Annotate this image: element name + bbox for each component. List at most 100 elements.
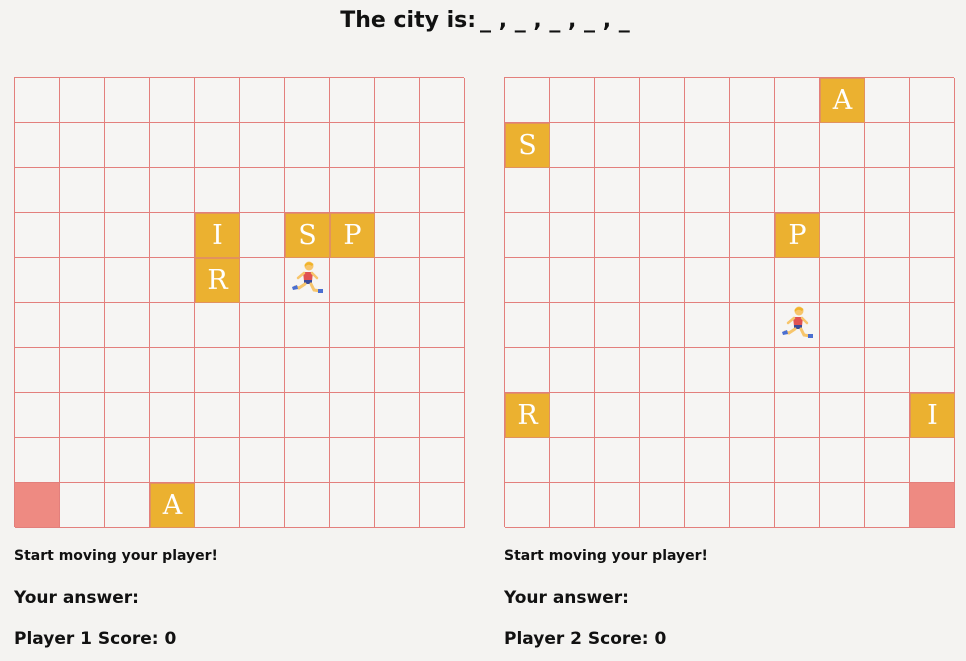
player2-grid-cell — [550, 393, 595, 438]
player2-letter-tile: I — [910, 393, 955, 438]
player2-grid-cell — [820, 393, 865, 438]
player2-grid-cell — [550, 438, 595, 483]
player1-grid-cell — [240, 303, 285, 348]
player1-grid-cell — [150, 393, 195, 438]
player2-goal-tile — [910, 483, 955, 528]
player1-grid-cell — [15, 168, 60, 213]
player1-grid-cell — [195, 393, 240, 438]
player1-grid-cell — [60, 78, 105, 123]
player2-grid-cell — [730, 213, 775, 258]
player1-letter-tile: P — [330, 213, 375, 258]
player1-grid-cell — [240, 258, 285, 303]
player1-grid-cell — [150, 438, 195, 483]
player2-grid-cell — [910, 258, 955, 303]
player1-grid-cell — [285, 438, 330, 483]
player1-grid-cell — [195, 438, 240, 483]
player1-grid-cell — [240, 78, 285, 123]
player2-grid-cell — [730, 483, 775, 528]
player1-grid-cell — [285, 483, 330, 528]
player2-grid-cell — [910, 438, 955, 483]
player1-status: Start moving your player! — [14, 548, 218, 564]
player1-grid-cell — [240, 348, 285, 393]
player1-grid-cell — [420, 303, 465, 348]
player2-grid-cell — [820, 168, 865, 213]
player2-grid-cell — [775, 258, 820, 303]
player1-grid-cell — [375, 393, 420, 438]
player1-grid-cell — [195, 483, 240, 528]
player2-grid-cell — [910, 168, 955, 213]
player2-grid-cell — [595, 123, 640, 168]
player1-score: Player 1 Score: 0 — [14, 629, 177, 649]
player2-grid-cell — [595, 258, 640, 303]
player2-grid-cell — [730, 303, 775, 348]
player2-grid-cell — [730, 168, 775, 213]
player2-grid-cell — [775, 438, 820, 483]
player1-grid-cell — [105, 348, 150, 393]
player2-grid-cell — [640, 258, 685, 303]
player1-letter-tile: I — [195, 213, 240, 258]
player2-grid-cell — [685, 123, 730, 168]
player2-grid-cell — [685, 258, 730, 303]
player1-grid-cell — [60, 213, 105, 258]
player2-answer-label: Your answer: — [504, 588, 629, 608]
player2-grid-cell — [595, 438, 640, 483]
player2-grid-cell — [775, 348, 820, 393]
player2-grid-cell — [775, 123, 820, 168]
player1-grid-cell — [330, 438, 375, 483]
player1-grid-cell — [105, 123, 150, 168]
player2-grid-cell — [505, 303, 550, 348]
city-prompt-label: The city is: — [340, 8, 477, 33]
player1-grid-cell — [420, 78, 465, 123]
player2-letter-tile: R — [505, 393, 550, 438]
player2-grid-cell — [865, 168, 910, 213]
player1-grid-cell — [375, 483, 420, 528]
player1-grid-cell — [240, 168, 285, 213]
player1-grid-cell — [330, 348, 375, 393]
player1-grid-cell — [105, 78, 150, 123]
player1-grid-cell — [105, 258, 150, 303]
player1-grid-cell — [375, 123, 420, 168]
player2-grid-cell — [595, 303, 640, 348]
player2-grid-cell — [865, 78, 910, 123]
player1-grid-cell — [150, 78, 195, 123]
player2-grid-cell — [595, 348, 640, 393]
player1-grid-cell — [330, 258, 375, 303]
player2-grid-cell — [550, 78, 595, 123]
player2-grid-cell — [685, 168, 730, 213]
player1-grid-cell — [240, 393, 285, 438]
city-blanks: _ , _ , _ , _ , _ — [480, 8, 630, 33]
player2-grid-cell — [595, 393, 640, 438]
player1-grid-cell — [420, 393, 465, 438]
player2-grid-cell — [865, 303, 910, 348]
player2-grid-cell — [865, 123, 910, 168]
player2-status: Start moving your player! — [504, 548, 708, 564]
runner-icon[interactable] — [779, 305, 815, 346]
player2-grid-cell — [505, 78, 550, 123]
player1-grid-cell — [15, 123, 60, 168]
player1-grid-cell — [285, 78, 330, 123]
player1-letter-tile: S — [285, 213, 330, 258]
player2-grid-cell — [910, 123, 955, 168]
player2-grid-cell — [775, 303, 820, 348]
player2-grid-cell — [865, 438, 910, 483]
player1-board[interactable]: ISP R A — [14, 77, 465, 528]
player1-grid-cell — [375, 258, 420, 303]
player2-grid-cell — [685, 78, 730, 123]
player1-grid-cell — [420, 438, 465, 483]
player2-grid-cell — [505, 483, 550, 528]
player2-grid-cell — [775, 483, 820, 528]
player2-letter-tile: A — [820, 78, 865, 123]
player1-grid-cell — [240, 213, 285, 258]
player2-grid-cell — [910, 348, 955, 393]
player2-grid-cell — [730, 348, 775, 393]
player2-score: Player 2 Score: 0 — [504, 629, 667, 649]
player2-grid-cell — [640, 213, 685, 258]
runner-icon[interactable] — [289, 260, 325, 301]
player1-grid-cell — [375, 348, 420, 393]
player1-grid-cell — [150, 168, 195, 213]
player2-grid-cell — [550, 348, 595, 393]
player1-goal-tile — [15, 483, 60, 528]
player2-board[interactable]: A S P R I — [504, 77, 955, 528]
player1-grid-cell — [420, 258, 465, 303]
player1-grid-cell — [375, 213, 420, 258]
